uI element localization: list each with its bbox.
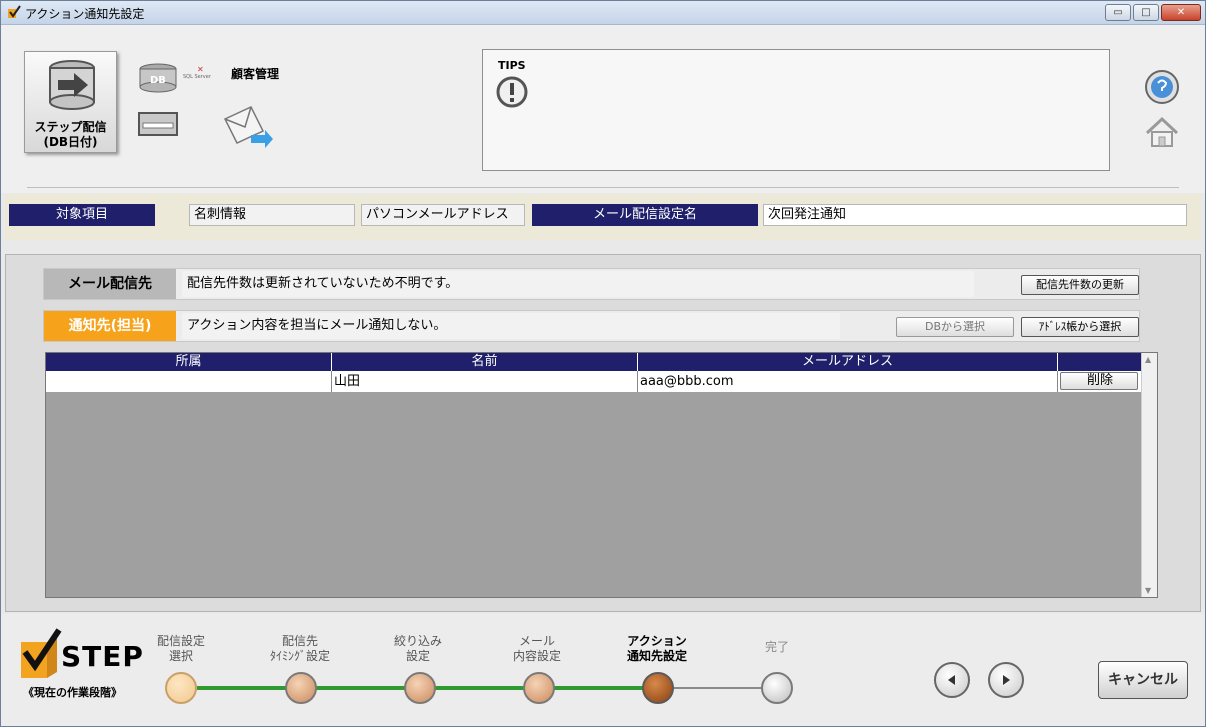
notify-tag: 通知先(担当): [44, 311, 176, 341]
big-button-label-1: ステップ配信: [34, 120, 107, 134]
step-dot-1: [165, 672, 197, 704]
cell-affiliation: [46, 371, 332, 392]
notify-row: 通知先(担当) アクション内容を担当にメール通知しない。 DBから選択 ｱﾄﾞﾚ…: [43, 310, 1140, 342]
cell-name: 山田: [332, 371, 638, 392]
address-book-select-button[interactable]: ｱﾄﾞﾚｽ帳から選択: [1021, 317, 1139, 337]
database-icon: DB: [139, 63, 177, 93]
next-button[interactable]: [988, 662, 1024, 698]
arrow-left-icon: [948, 675, 955, 685]
help-icon[interactable]: [1144, 69, 1180, 105]
target-info-bar: 対象項目 名刺情報 パソコンメールアドレス メール配信設定名 次回発注通知: [5, 194, 1201, 240]
step-dot-5-current: [642, 672, 674, 704]
column-name: 名前: [332, 353, 638, 371]
db-select-button[interactable]: DBから選択: [896, 317, 1014, 337]
step-label-6: 完了: [764, 640, 789, 654]
delete-row-button[interactable]: 削除: [1060, 372, 1138, 390]
table-row: 山田 aaa@bbb.com 削除: [46, 371, 1142, 392]
big-button-label-2: (DB日付): [43, 135, 98, 149]
window-controls: ▭ □ ✕: [1105, 4, 1201, 21]
step-dot-4: [523, 672, 555, 704]
column-affiliation: 所属: [46, 353, 332, 371]
db-arrow-icon: [49, 60, 95, 110]
step-progress-bar: STEP 《現在の作業段階》 配信設定 選択 配信先 ﾀｲﾐﾝｸﾞ設定 絞り込み 設定…: [1, 614, 1205, 726]
mail-setting-field: 次回発注通知: [763, 204, 1187, 226]
step-delivery-button[interactable]: ステップ配信 (DB日付): [24, 51, 117, 153]
main-panel: メール配信先 配信先件数は更新されていないため不明です。 配信先件数の更新 通知…: [5, 254, 1201, 612]
step-label-5: アクション 通知先設定: [626, 634, 687, 663]
step-label-1: 配信設定 選択: [156, 634, 205, 663]
delivery-status-text: 配信先件数は更新されていないため不明です。: [182, 271, 974, 297]
progress-line-remaining: [657, 687, 777, 689]
grid-scrollbar[interactable]: ▲ ▼: [1141, 353, 1157, 597]
back-button[interactable]: [934, 662, 970, 698]
cancel-button[interactable]: キャンセル: [1098, 661, 1188, 699]
tips-panel: TIPS: [482, 49, 1110, 171]
title-bar: アクション通知先設定 ▭ □ ✕: [1, 1, 1205, 25]
step-dot-6: [761, 672, 793, 704]
db-icon-text: DB: [150, 75, 166, 86]
minimize-button[interactable]: ▭: [1105, 4, 1131, 21]
step-logo-subtitle: 《現在の作業段階》: [23, 686, 122, 699]
header-panel: ステップ配信 (DB日付) DB ✕ SQL Server 顧客管理 TIPS: [1, 25, 1205, 193]
notify-grid: 所属 名前 メールアドレス 山田 aaa@bbb.com 削除 ▲ ▼: [45, 352, 1158, 598]
column-email: メールアドレス: [638, 353, 1058, 371]
scroll-down-icon[interactable]: ▼: [1145, 586, 1151, 595]
step-dot-2: [285, 672, 317, 704]
target-item-label: 対象項目: [9, 204, 155, 226]
app-window: アクション通知先設定 ▭ □ ✕ ステップ配信 (DB日付) DB ✕ SQL …: [0, 0, 1206, 727]
cell-email: aaa@bbb.com: [638, 371, 1058, 392]
close-button[interactable]: ✕: [1161, 4, 1201, 21]
step-label-3: 絞り込み 設定: [393, 634, 442, 663]
mail-icon: [138, 112, 178, 136]
tips-title: TIPS: [498, 59, 526, 72]
grid-header: 所属 名前 メールアドレス: [46, 353, 1142, 371]
notify-status-text: アクション内容を担当にメール通知しない。: [182, 313, 840, 339]
step-label-4: メール 内容設定: [512, 634, 561, 663]
arrow-right-icon: [1003, 675, 1010, 685]
home-icon[interactable]: [1143, 115, 1181, 151]
step-dot-3: [404, 672, 436, 704]
send-mail-icon: [223, 106, 273, 148]
mail-type-field: パソコンメールアドレス: [361, 204, 525, 226]
step-check-icon: [21, 628, 62, 678]
sql-server-text: SQL Server: [183, 74, 211, 80]
maximize-button[interactable]: □: [1133, 4, 1159, 21]
alert-icon: [496, 76, 528, 108]
crm-label: 顧客管理: [231, 67, 280, 81]
update-count-button[interactable]: 配信先件数の更新: [1021, 275, 1139, 295]
scroll-up-icon[interactable]: ▲: [1145, 355, 1151, 364]
sql-server-logo-icon: ✕ SQL Server: [183, 65, 211, 80]
app-logo-icon: [8, 5, 21, 18]
delivery-row: メール配信先 配信先件数は更新されていないため不明です。 配信先件数の更新: [43, 268, 1140, 300]
card-info-field: 名刺情報: [189, 204, 355, 226]
mail-setting-label: メール配信設定名: [532, 204, 758, 226]
step-label-2: 配信先 ﾀｲﾐﾝｸﾞ設定: [269, 634, 330, 663]
delivery-tag: メール配信先: [44, 269, 176, 299]
column-action: [1058, 353, 1142, 371]
window-title: アクション通知先設定: [25, 7, 145, 21]
